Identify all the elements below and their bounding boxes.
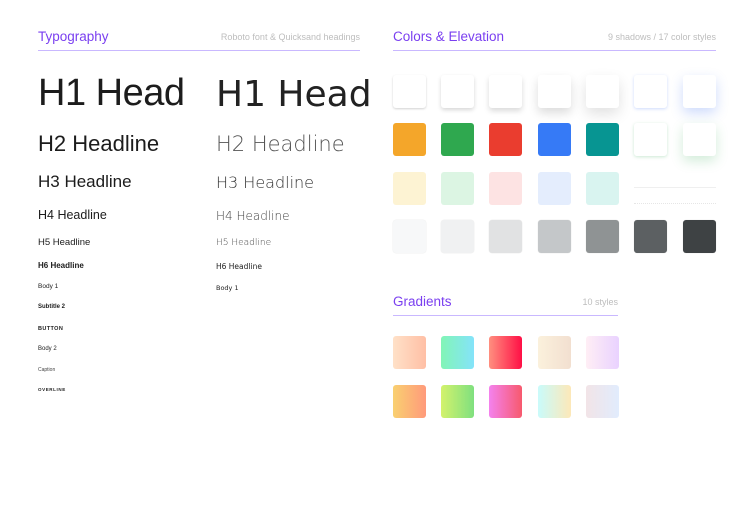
gray-color-swatch [634,220,667,253]
gradient-swatch [489,385,522,418]
gradient-swatch [393,336,426,369]
quicksand-h5-sample: H5 Headline [216,238,272,248]
primary-color-swatch [393,123,426,156]
colors-title: Colors & Elevation [393,29,505,44]
quicksand-h4-sample: H4 Headline [216,209,290,223]
gradients-meta: 10 styles [582,297,618,307]
light-color-swatch [489,172,522,205]
gradients-title: Gradients [393,294,452,309]
shadow-swatch-elevation-4 [538,75,571,108]
quicksand-h6-sample: H6 Headline [216,262,262,271]
roboto-h1-sample: H1 Head [38,72,185,114]
roboto-h4-sample: H4 Headline [38,208,107,222]
primary-color-swatch [538,123,571,156]
shadow-swatch-elevation-5 [586,75,619,108]
roboto-overline-sample: OVERLINE [38,387,66,392]
dotted-divider-line [634,203,716,204]
light-color-swatch [538,172,571,205]
light-color-swatch [393,172,426,205]
roboto-h6-sample: H6 Headline [38,261,84,270]
shadow-swatch-elevation-1 [393,75,426,108]
shadow-swatch-elevation-2 [441,75,474,108]
gray-color-swatch [489,220,522,253]
roboto-h3-sample: H3 Headline [38,172,132,191]
gradient-swatch [586,385,619,418]
quicksand-body1-sample: Body 1 [216,284,239,292]
typography-meta: Roboto font & Quicksand headings [220,32,360,42]
gradient-swatch [441,336,474,369]
gradient-swatch [538,336,571,369]
roboto-sub2-sample: Subtitle 2 [38,304,66,310]
roboto-body2-sample: Body 2 [38,346,57,352]
typography-header: Typography Roboto font & Quicksand headi… [38,29,360,51]
shadow-swatch-elevation-3 [489,75,522,108]
divider-line [634,187,716,188]
light-color-swatch [586,172,619,205]
gradient-swatch [538,385,571,418]
quicksand-h2-sample: H2 Headline [216,132,345,156]
typography-title: Typography [38,29,109,44]
quicksand-h1-sample: H1 Head [216,74,372,115]
roboto-h5-sample: H5 Headline [38,237,91,248]
gray-color-swatch [393,220,426,253]
shadow-swatch-elevation-green-2 [683,123,716,156]
colors-meta: 9 shadows / 17 color styles [607,32,716,42]
roboto-h2-sample: H2 Headline [38,131,160,156]
gradient-swatch [489,336,522,369]
gray-color-swatch [683,220,716,253]
roboto-caption-sample: Caption [38,367,56,373]
gradients-header: Gradients 10 styles [393,294,618,316]
gradient-swatch [393,385,426,418]
gray-color-swatch [441,220,474,253]
gradient-swatch [586,336,619,369]
shadow-swatch-elevation-blue-1 [634,75,667,108]
colors-header: Colors & Elevation 9 shadows / 17 color … [393,29,716,51]
light-color-swatch [441,172,474,205]
primary-color-swatch [489,123,522,156]
shadow-swatch-elevation-blue-2 [683,75,716,108]
gradient-swatch [441,385,474,418]
shadow-swatch-elevation-green-1 [634,123,667,156]
gray-color-swatch [538,220,571,253]
primary-color-swatch [441,123,474,156]
roboto-body1-sample: Body 1 [38,283,59,290]
quicksand-h3-sample: H3 Headline [216,173,315,192]
gray-color-swatch [586,220,619,253]
primary-color-swatch [586,123,619,156]
roboto-button-sample: BUTTON [38,326,64,332]
